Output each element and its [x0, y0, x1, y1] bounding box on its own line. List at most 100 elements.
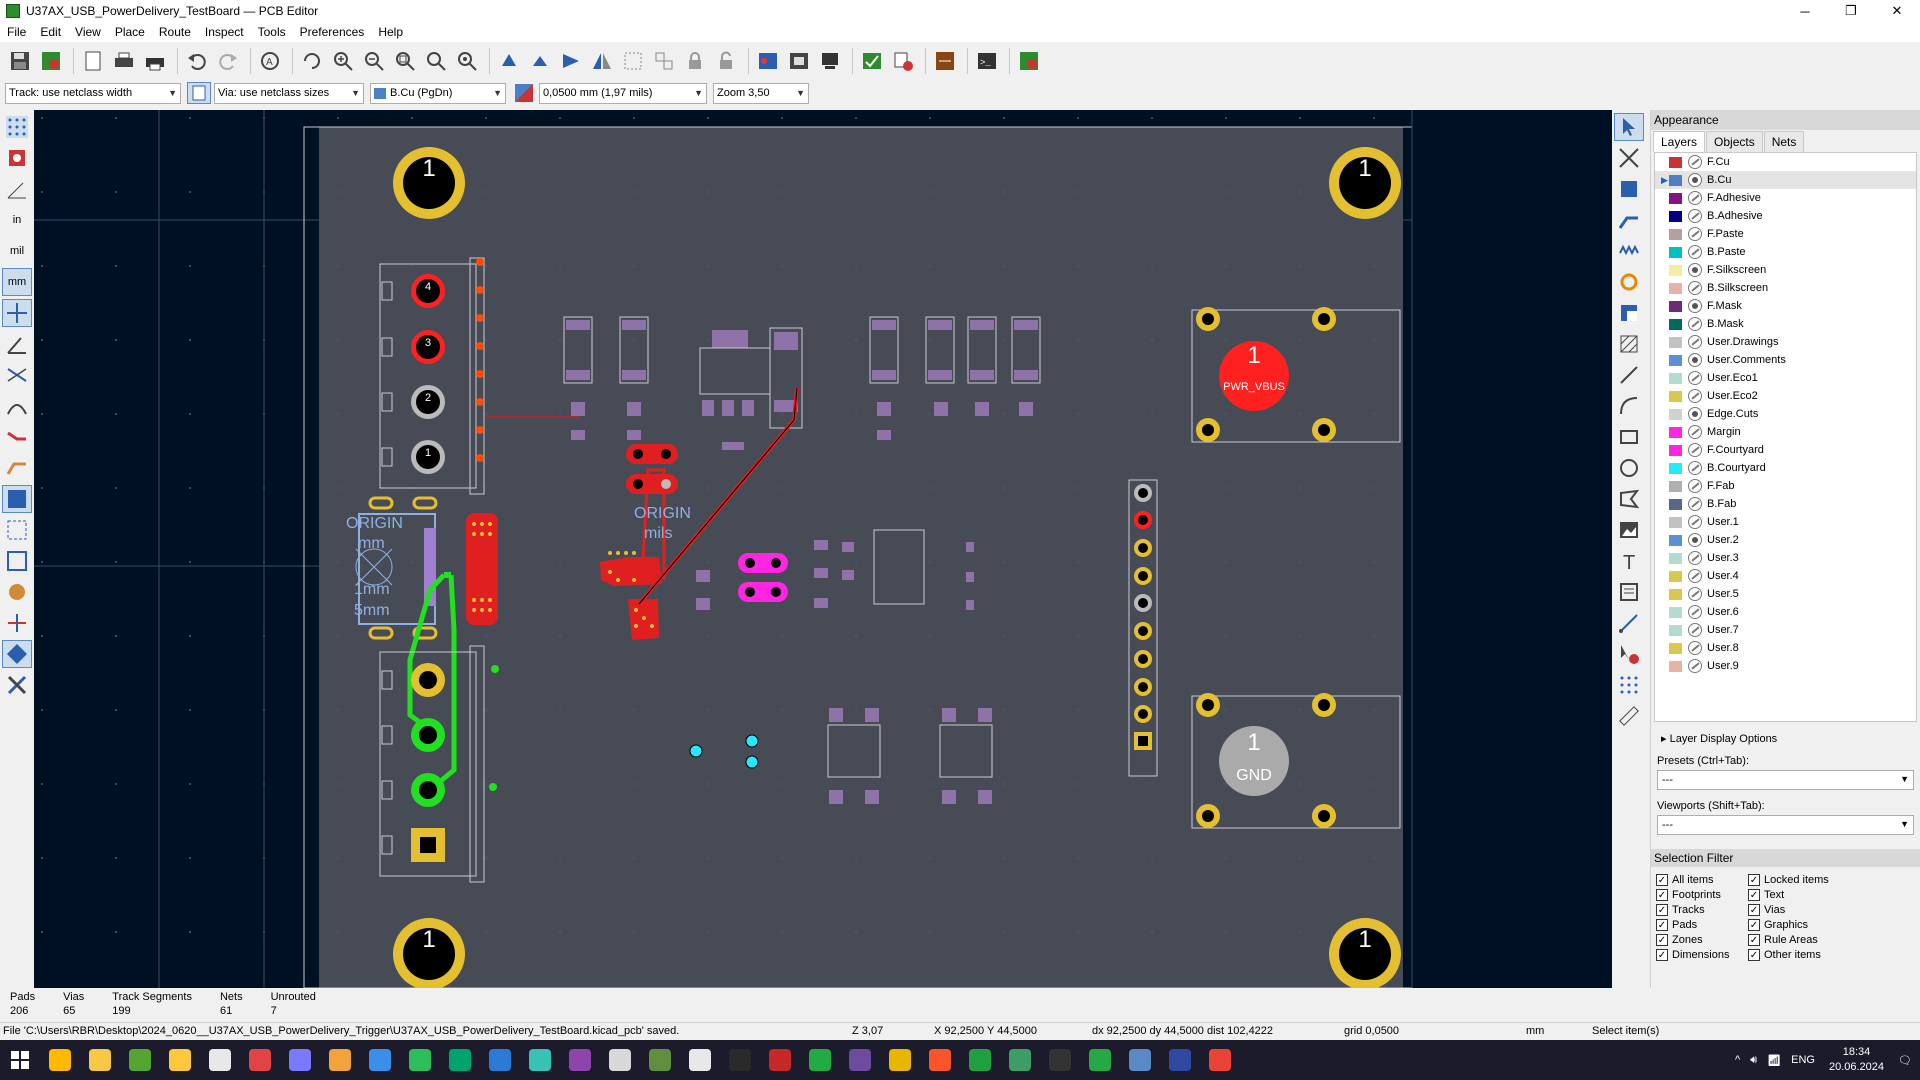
visibility-eye-icon[interactable] [1688, 173, 1702, 187]
layer-row[interactable]: B.Paste [1655, 243, 1916, 261]
layer-color-swatch[interactable] [1669, 570, 1682, 582]
print-icon[interactable] [110, 47, 138, 75]
taskbar-app-icon[interactable] [240, 1040, 280, 1080]
inspector-icon[interactable] [889, 47, 917, 75]
board-setup-icon[interactable] [37, 47, 65, 75]
tab-objects[interactable]: Objects [1706, 131, 1763, 152]
visibility-eye-icon[interactable] [1688, 353, 1702, 367]
mounting-hole-bottom-right[interactable]: 1 [1329, 918, 1401, 988]
units-mm-button[interactable]: mm [2, 268, 32, 296]
layer-color-swatch[interactable] [1669, 354, 1682, 366]
taskbar-app-icon[interactable] [720, 1040, 760, 1080]
visibility-eye-icon[interactable] [1688, 155, 1702, 169]
flip-icon[interactable] [557, 47, 585, 75]
visibility-eye-icon[interactable] [1688, 191, 1702, 205]
layer-row[interactable]: User.1 [1655, 513, 1916, 531]
layer-color-swatch[interactable] [1669, 318, 1682, 330]
presets-select[interactable]: --- ▼ [1657, 770, 1914, 790]
layer-color-swatch[interactable] [1669, 606, 1682, 618]
taskbar-app-icon[interactable] [1200, 1040, 1240, 1080]
volume-icon[interactable]: 🔊︎ [1750, 1054, 1757, 1067]
layer-row[interactable]: User.Eco2 [1655, 387, 1916, 405]
ungroup-icon[interactable] [650, 47, 678, 75]
layer-row[interactable]: F.Cu [1655, 153, 1916, 171]
red-pad-array-left[interactable] [466, 513, 498, 625]
layer-row[interactable]: User.6 [1655, 603, 1916, 621]
draw-line-icon[interactable] [1614, 361, 1644, 389]
tray-chevron-icon[interactable]: ^ [1735, 1054, 1740, 1066]
taskbar-app-icon[interactable] [880, 1040, 920, 1080]
layer-color-swatch[interactable] [1669, 588, 1682, 600]
taskbar-app-icon[interactable] [360, 1040, 400, 1080]
angle-snap-icon[interactable] [2, 330, 32, 358]
layer-color-swatch[interactable] [1669, 426, 1682, 438]
selection-filter-checkbox[interactable]: ✓ Graphics [1748, 918, 1868, 932]
layer-color-swatch[interactable] [1669, 156, 1682, 168]
layer-display-options-toggle[interactable]: ▸ Layer Display Options [1661, 732, 1920, 745]
visibility-eye-icon[interactable] [1688, 227, 1702, 241]
taskbar-app-icon[interactable] [440, 1040, 480, 1080]
taskbar-app-icon[interactable] [1160, 1040, 1200, 1080]
layer-color-swatch[interactable] [1669, 660, 1682, 672]
taskbar-app-icon[interactable] [800, 1040, 840, 1080]
notifications-icon[interactable]: 🗨︎ [1898, 1054, 1912, 1067]
taskbar-app-icon[interactable] [960, 1040, 1000, 1080]
checkbox-icon[interactable]: ✓ [1748, 934, 1760, 946]
visibility-eye-icon[interactable] [1688, 389, 1702, 403]
zoom-selection-icon[interactable] [453, 47, 481, 75]
select-arrow-icon[interactable] [1614, 113, 1644, 141]
group-icon[interactable] [619, 47, 647, 75]
rule-area-icon[interactable] [1614, 330, 1644, 358]
grid-select[interactable]: 0,0500 mm (1,97 mils) ▼ [539, 82, 707, 104]
visibility-eye-icon[interactable] [1688, 299, 1702, 313]
tune-length-icon[interactable] [1614, 237, 1644, 265]
visibility-eye-icon[interactable] [1688, 551, 1702, 565]
taskbar-app-icon[interactable] [640, 1040, 680, 1080]
visibility-eye-icon[interactable] [1688, 407, 1702, 421]
selection-filter-checkbox[interactable]: ✓ Locked items [1748, 873, 1868, 887]
menu-place[interactable]: Place [108, 25, 152, 39]
pcb-drawing[interactable]: 1 1 1 1 4 3 2 1 ORIGIN mm 1mm 5mm ORIGIN… [34, 110, 1612, 988]
layer-row[interactable]: User.7 [1655, 621, 1916, 639]
cursor-fullscreen-icon[interactable] [2, 299, 32, 327]
layer-row[interactable]: User.2 [1655, 531, 1916, 549]
visibility-eye-icon[interactable] [1688, 533, 1702, 547]
curved-ratsnest-icon[interactable] [2, 392, 32, 420]
layer-color-swatch[interactable] [1669, 336, 1682, 348]
taskbar-app-icon[interactable] [80, 1040, 120, 1080]
menu-inspect[interactable]: Inspect [198, 25, 251, 39]
visibility-eye-icon[interactable] [1688, 425, 1702, 439]
layer-color-swatch[interactable] [1669, 390, 1682, 402]
menu-tools[interactable]: Tools [251, 25, 293, 39]
visibility-eye-icon[interactable] [1688, 515, 1702, 529]
drc-marker-icon[interactable] [2, 144, 32, 172]
pad-sketch-icon[interactable] [2, 578, 32, 606]
tool-settings-icon[interactable] [2, 671, 32, 699]
checkbox-icon[interactable]: ✓ [1748, 949, 1760, 961]
grid-origin-icon[interactable] [1614, 671, 1644, 699]
zone-outline-icon[interactable] [2, 516, 32, 544]
checkbox-icon[interactable]: ✓ [1656, 934, 1668, 946]
tab-layers[interactable]: Layers [1653, 131, 1706, 152]
lock-icon[interactable] [681, 47, 709, 75]
show-tracks-icon[interactable] [2, 423, 32, 451]
mounting-hole-top-right[interactable]: 1 [1329, 147, 1401, 219]
show-vias-icon[interactable] [2, 454, 32, 482]
checkbox-icon[interactable]: ✓ [1748, 904, 1760, 916]
zoom-objects-icon[interactable] [422, 47, 450, 75]
layer-row[interactable]: F.Paste [1655, 225, 1916, 243]
zone-fill-icon[interactable] [2, 485, 32, 513]
close-button[interactable]: ✕ [1874, 0, 1920, 22]
visibility-eye-icon[interactable] [1688, 317, 1702, 331]
taskbar-app-icon[interactable] [920, 1040, 960, 1080]
selection-filter-checkbox[interactable]: ✓ Pads [1656, 918, 1748, 932]
layer-color-swatch[interactable] [1669, 408, 1682, 420]
language-indicator[interactable]: ENG [1791, 1054, 1815, 1066]
taskbar-app-icon[interactable] [600, 1040, 640, 1080]
checkbox-icon[interactable]: ✓ [1656, 919, 1668, 931]
selection-filter-checkbox[interactable]: ✓ All items [1656, 873, 1748, 887]
layer-row[interactable]: B.Courtyard [1655, 459, 1916, 477]
layer-color-swatch[interactable] [1669, 462, 1682, 474]
layer-row[interactable]: Edge.Cuts [1655, 405, 1916, 423]
layer-color-swatch[interactable] [1669, 174, 1682, 186]
